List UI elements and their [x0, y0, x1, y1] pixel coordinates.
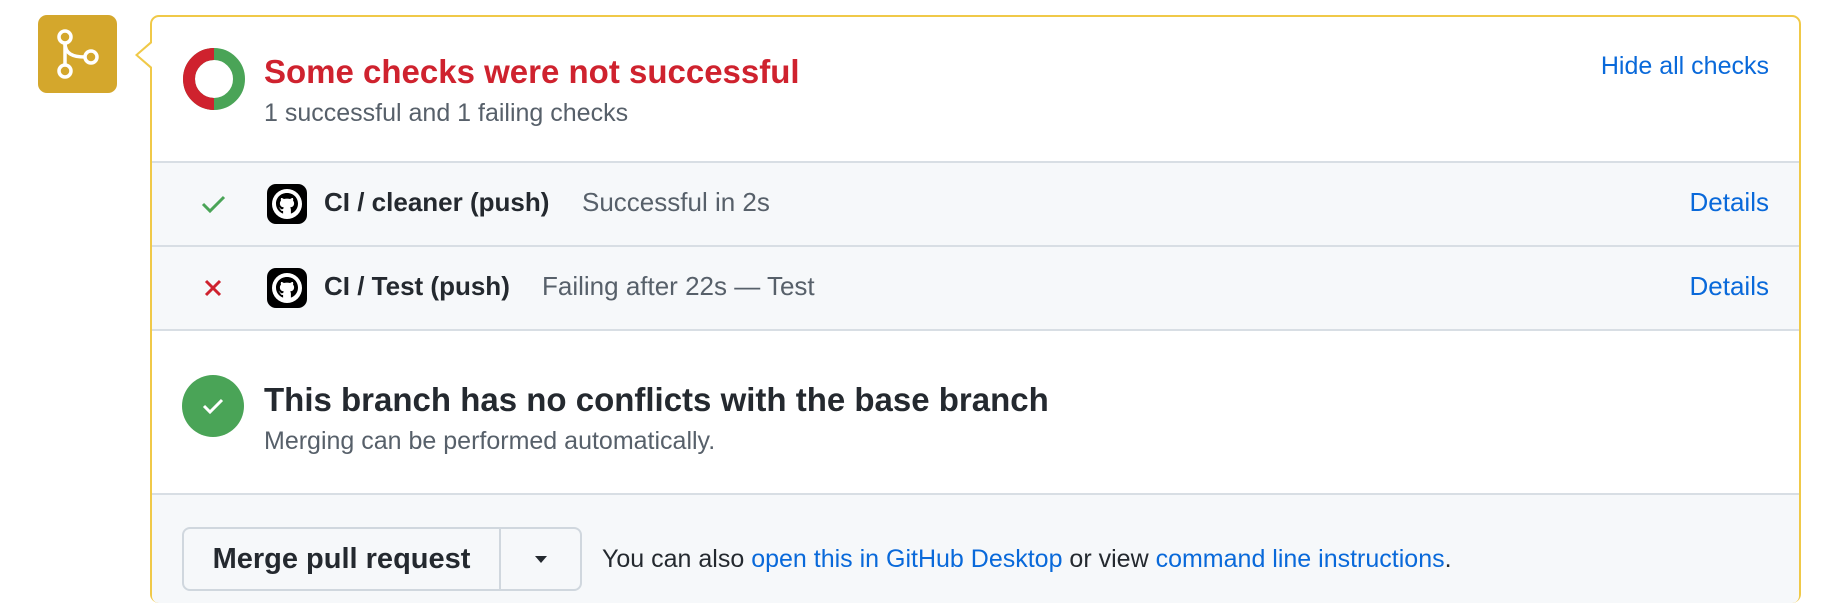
conflict-status: This branch has no conflicts with the ba…	[152, 347, 1799, 493]
checks-status-header: Some checks were not successful 1 succes…	[152, 17, 1799, 163]
check-description: Successful in 2s	[582, 187, 770, 217]
merge-method-dropdown-button[interactable]	[501, 529, 580, 589]
check-row: CI / Test (push) Failing after 22s — Tes…	[152, 245, 1799, 331]
panel-caret-fill	[138, 43, 152, 67]
check-list: CI / cleaner (push) Successful in 2s Det…	[152, 161, 1799, 347]
merge-button-group: Merge pull request	[182, 527, 582, 591]
check-details-link[interactable]: Details	[1690, 187, 1769, 218]
git-merge-icon	[38, 15, 117, 93]
merge-box: Some checks were not successful 1 succes…	[150, 15, 1801, 603]
conflict-status-subtitle: Merging can be performed automatically.	[264, 427, 716, 455]
conflict-status-title: This branch has no conflicts with the ba…	[264, 381, 1049, 418]
check-icon	[201, 195, 226, 214]
github-icon	[267, 184, 307, 224]
merge-actions: Merge pull request You can also open thi…	[152, 493, 1799, 603]
open-github-desktop-link[interactable]: open this in GitHub Desktop	[751, 545, 1062, 573]
check-name: CI / cleaner (push)	[324, 187, 550, 217]
check-description: Failing after 22s — Test	[542, 271, 815, 301]
merge-alternatives-text: You can also open this in GitHub Desktop…	[602, 545, 1452, 574]
triangle-down-icon	[534, 556, 547, 563]
checks-status-title: Some checks were not successful	[264, 53, 800, 90]
check-details-link[interactable]: Details	[1690, 271, 1769, 302]
check-row: CI / cleaner (push) Successful in 2s Det…	[152, 161, 1799, 245]
alternatives-middle: or view	[1062, 545, 1156, 573]
github-icon	[267, 268, 307, 308]
check-status-donut-icon	[183, 48, 245, 110]
check-name: CI / Test (push)	[324, 271, 510, 301]
merge-pull-request-button[interactable]: Merge pull request	[184, 529, 501, 589]
checks-status-summary: 1 successful and 1 failing checks	[264, 99, 629, 127]
alternatives-prefix: You can also	[602, 545, 752, 573]
alternatives-suffix: .	[1444, 545, 1452, 573]
hide-all-checks-link[interactable]: Hide all checks	[1601, 52, 1769, 81]
x-icon	[204, 279, 222, 297]
check-circle-icon	[182, 375, 244, 437]
command-line-instructions-link[interactable]: command line instructions	[1156, 545, 1445, 573]
